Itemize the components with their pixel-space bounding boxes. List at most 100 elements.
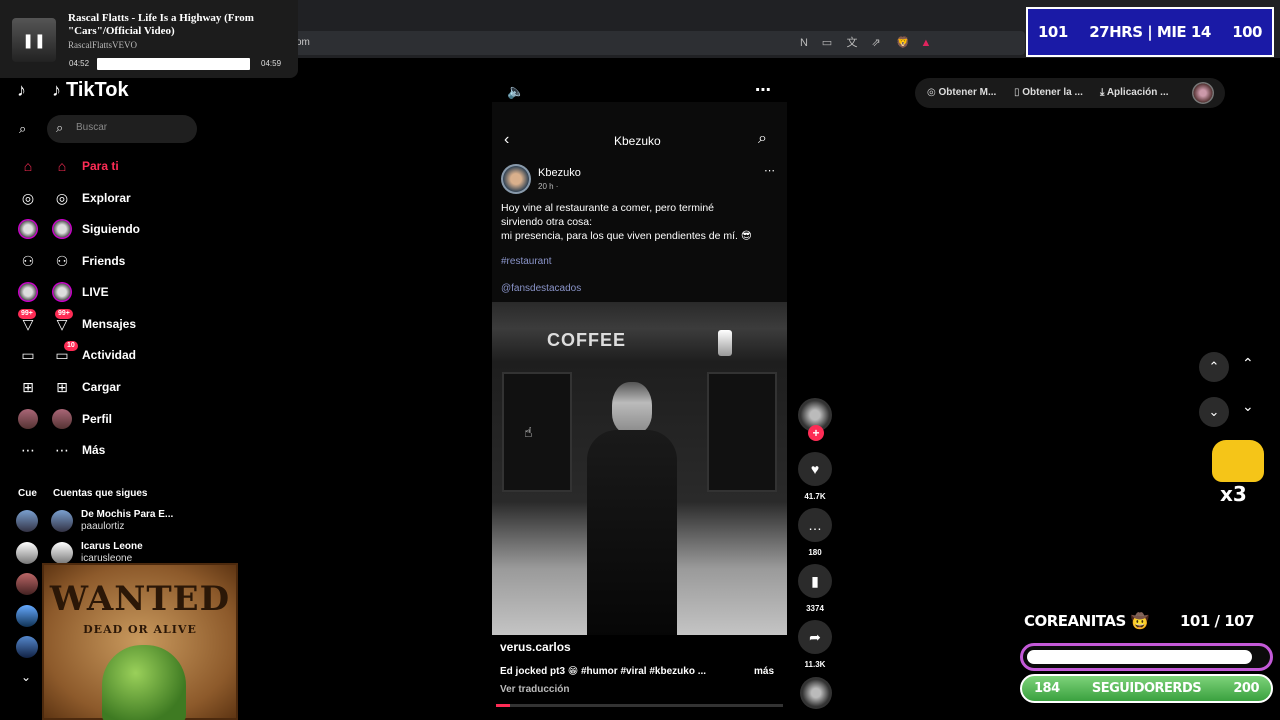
like-count: 41.7K [804,492,826,501]
pause-icon[interactable]: ❚❚ [12,18,56,62]
volume-icon[interactable]: 🔈 [507,83,524,100]
activity-badge: 10 [64,341,78,351]
sidebar-item-label: Cargar [82,380,121,394]
account-avatar[interactable] [16,573,38,595]
get-coins-button[interactable]: ◎ Obtener M... [927,87,996,98]
chevron-down-icon[interactable]: ⌄ [21,670,31,684]
account-avatar[interactable] [51,510,73,532]
tiktok-small-icon[interactable]: ♪ [17,80,26,101]
video-caption: Ed jocked pt3 😁 #humor #viral #kbezuko .… [500,666,707,677]
home-icon: ⌂ [23,158,33,174]
user-avatar[interactable] [1192,82,1214,104]
address-bar-text: om [296,37,310,48]
translate-icon[interactable]: 文 [845,36,859,50]
comment-icon[interactable]: … [798,508,832,542]
hud-right-count: 100 [1232,23,1262,41]
sidebar-item-label: Para ti [82,159,119,173]
post-text-line: mi presencia, para los que viven pendien… [501,230,752,242]
search-input[interactable] [47,115,197,143]
account-username: paaulortiz [81,521,125,532]
compass-icon: ◎ [55,190,69,206]
sidebar-item-mas[interactable]: ⋯ ⋯ Más [0,434,230,466]
account-avatar[interactable] [16,510,38,532]
creator-name[interactable]: verus.carlos [500,640,571,654]
account-avatar[interactable] [16,542,38,564]
sidebar-item-live[interactable]: LIVE [0,276,230,308]
share-icon[interactable]: ⇗ [869,36,883,50]
tiktok-logo-text: TikTok [66,79,129,101]
sidebar-item-para-ti[interactable]: ⌂ ⌂ Para ti [0,150,230,182]
hud-time-label: 27HRS | MIE 14 [1089,23,1211,41]
see-translation-link[interactable]: Ver traducción [500,684,569,695]
heart-icon[interactable]: ♥ [798,452,832,486]
sidebar-item-label: Mensajes [82,317,137,331]
sidebar-item-mensajes[interactable]: ▽ 99+ ▽ 99+ Mensajes [0,308,230,340]
friends-icon: ⚇ [55,253,69,269]
brave-shield-icon[interactable]: 🦁 [896,36,910,50]
music-disc-icon[interactable] [800,677,832,709]
previous-video-button[interactable]: ⌃ [1199,352,1229,382]
account-avatar[interactable] [16,636,38,658]
post-header-title: Kbezuko [614,134,661,148]
post-more-icon: ⋯ [764,165,775,177]
follow-plus-icon[interactable]: + [808,425,824,441]
bookmark-icon[interactable]: ▮ [798,564,832,598]
download-icon: ⤓ [1100,87,1107,98]
post-hashtag: #restaurant [501,256,552,267]
song-elapsed: 04:52 [69,59,90,68]
tiktok-logo[interactable]: ♪ TikTok [52,79,129,102]
post-author: Kbezuko [538,167,581,179]
followers-goal-bar: 184 SEGUIDORERDS 200 [1020,674,1273,703]
share-icon[interactable]: ➦ [798,620,832,654]
account-avatar[interactable] [51,542,73,564]
account-name[interactable]: De Mochis Para E... [81,509,173,520]
get-app-label: Obtener la ... [1022,87,1083,98]
account-name[interactable]: Icarus Leone [81,541,143,552]
post-text: Hoy vine al restaurante a comer, pero te… [501,201,783,243]
get-app-button[interactable]: ▯ Obtener la ... [1014,87,1083,98]
home-icon: ⌂ [57,158,67,174]
post-text-line: sirviendo otra cosa: [501,216,593,228]
desktop-app-button[interactable]: ⤓ Aplicación ... [1100,87,1169,98]
stream-hud: 101 27HRS | MIE 14 100 [1026,7,1274,57]
chevron-up-icon[interactable]: ⌃ [1242,355,1254,372]
back-arrow-icon: ‹ [504,131,510,148]
song-title: Rascal Flatts - Life Is a Highway (From … [68,12,254,37]
cafe-window [707,372,777,492]
sidebar-item-friends[interactable]: ⚇ ⚇ Friends [0,245,230,277]
search-icon-collapsed[interactable]: ⌕ [19,121,26,137]
wanted-title: WANTED [49,579,231,619]
cast-icon[interactable]: ▭ [820,36,834,50]
chevron-down-icon[interactable]: ⌄ [1242,398,1254,415]
account-avatar[interactable] [16,605,38,627]
sidebar-item-label: Perfil [82,412,113,426]
sidebar-item-explorar[interactable]: ◎ ◎ Explorar [0,182,230,214]
sidebar-item-label: Más [82,443,106,457]
sidebar-item-cargar[interactable]: ⊞ ⊞ Cargar [0,371,230,403]
more-options-icon[interactable]: ⋯ [755,80,771,100]
following-avatar-icon [18,219,38,239]
following-heading-short: Cue [18,488,37,499]
compass-icon: ◎ [21,190,35,206]
goal-progress-bar [1020,643,1273,671]
sidebar-item-actividad[interactable]: ▭ ▭ 10 Actividad [0,339,230,371]
extension-icon[interactable]: N [797,36,811,50]
video-progress-bar[interactable] [496,704,783,707]
caption-more-link[interactable]: más [754,666,774,677]
brave-rewards-icon[interactable]: ▲ [919,36,933,50]
search-icon: ⌕ [56,120,64,135]
sidebar-item-siguiendo[interactable]: Siguiendo [0,213,230,245]
video-progress-fill [496,704,511,707]
sidebar-item-perfil[interactable]: Perfil [0,403,230,435]
cat-emote-icon [1212,440,1264,482]
more-icon: ⋯ [21,442,35,458]
messages-badge: 99+ [55,309,73,319]
upload-icon: ⊞ [56,379,68,395]
man-in-coat [587,382,677,635]
bookmark-count: 3374 [806,604,824,613]
friends-icon: ⚇ [21,253,35,269]
next-video-button[interactable]: ⌄ [1199,397,1229,427]
post-text-line: Hoy vine al restaurante a comer, pero te… [501,202,715,214]
address-bar[interactable] [290,31,1025,55]
song-progress-bar[interactable] [97,58,250,70]
